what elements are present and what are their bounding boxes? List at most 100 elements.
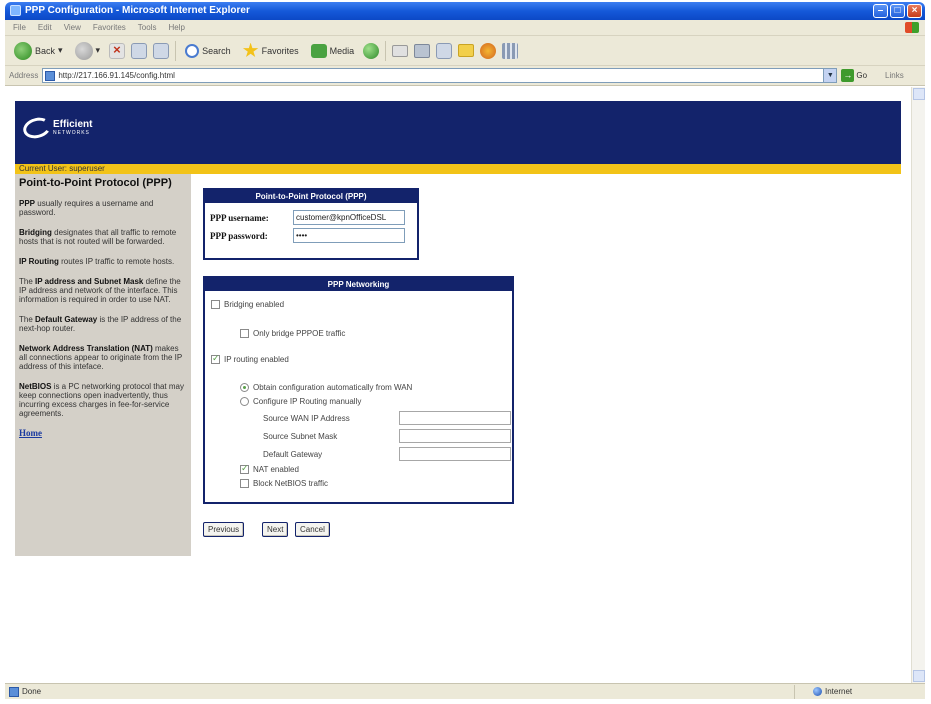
menu-file[interactable]: File <box>13 23 26 35</box>
mail-icon[interactable] <box>392 44 409 57</box>
help-sidebar: Point-to-Point Protocol (PPP) PPP usuall… <box>15 174 191 556</box>
favorites-button[interactable]: Favorites <box>240 40 302 62</box>
nat-checkbox[interactable] <box>240 463 249 474</box>
previous-button[interactable]: Previous <box>203 522 245 537</box>
default-gateway-row: Default Gateway <box>263 447 511 461</box>
window-title-bar[interactable]: PPP Configuration - Microsoft Internet E… <box>5 2 925 20</box>
media-button[interactable]: Media <box>308 40 358 62</box>
bridge-pppoe-checkbox[interactable] <box>240 329 249 338</box>
ppp-credentials-panel: Point-to-Point Protocol (PPP) PPP userna… <box>203 188 419 260</box>
obtain-auto-label: Obtain configuration automatically from … <box>253 383 413 392</box>
obtain-auto-radio[interactable] <box>240 383 249 392</box>
configure-manual-radio[interactable] <box>240 397 249 406</box>
menu-bar: File Edit View Favorites Tools Help <box>5 20 925 36</box>
minimize-button[interactable]: – <box>873 4 888 18</box>
bridging-checkbox[interactable] <box>211 300 220 309</box>
block-netbios-checkbox[interactable] <box>240 479 249 488</box>
address-url: http://217.166.91.145/config.html <box>58 71 175 80</box>
default-gateway-label: Default Gateway <box>263 449 323 459</box>
address-label: Address <box>9 71 39 80</box>
help-ip-address: The IP address and Subnet Mask define th… <box>19 277 181 304</box>
ppp-password-label: PPP password: <box>210 230 268 241</box>
history-icon[interactable] <box>363 42 380 59</box>
stop-icon[interactable] <box>109 42 126 59</box>
networking-panel-header: PPP Networking <box>205 278 512 291</box>
ie-icon <box>10 5 21 16</box>
block-netbios-label: Block NetBIOS traffic <box>253 479 328 488</box>
help-default-gateway: The Default Gateway is the IP address of… <box>19 315 182 333</box>
vertical-scrollbar[interactable] <box>911 87 925 683</box>
forward-button[interactable]: ▾ <box>72 40 104 62</box>
folder-icon[interactable] <box>458 44 475 57</box>
menu-tools[interactable]: Tools <box>138 23 157 35</box>
go-button[interactable]: → Go <box>841 69 867 82</box>
ppp-networking-panel: PPP Networking Bridging enabled Only bri… <box>203 276 514 504</box>
bridging-label: Bridging enabled <box>224 300 285 309</box>
ppp-password-input[interactable] <box>293 228 405 243</box>
search-icon <box>185 43 200 58</box>
configure-manual-option[interactable]: Configure IP Routing manually <box>240 397 361 406</box>
status-bar: Done Internet <box>5 683 925 699</box>
current-user-bar: Current User: superuser <box>15 164 901 174</box>
go-arrow-icon: → <box>841 69 855 82</box>
menu-favorites[interactable]: Favorites <box>93 23 126 35</box>
ppp-panel-header: Point-to-Point Protocol (PPP) <box>205 190 417 203</box>
address-input[interactable]: http://217.166.91.145/config.html ▼ <box>42 68 838 83</box>
help-bridging: Bridging designates that all traffic to … <box>19 228 177 246</box>
address-dropdown-icon[interactable]: ▼ <box>823 69 837 82</box>
bridging-option[interactable]: Bridging enabled <box>211 300 284 309</box>
block-netbios-option[interactable]: Block NetBIOS traffic <box>240 479 328 488</box>
source-subnet-input[interactable] <box>399 429 511 443</box>
bridge-pppoe-option[interactable]: Only bridge PPPOE traffic <box>240 329 345 338</box>
source-wan-ip-label: Source WAN IP Address <box>263 413 350 423</box>
ppp-password-row: PPP password: <box>210 228 405 243</box>
home-link[interactable]: Home <box>19 428 42 438</box>
refresh-icon[interactable] <box>131 42 148 59</box>
back-label: Back <box>35 45 56 56</box>
status-text-area: Done <box>5 684 795 699</box>
help-ip-routing: IP Routing routes IP traffic to remote h… <box>19 257 175 266</box>
help-nat: Network Address Translation (NAT) makes … <box>19 344 183 371</box>
print-icon[interactable] <box>414 43 431 58</box>
source-wan-ip-input[interactable] <box>399 411 511 425</box>
address-bar: Address http://217.166.91.145/config.htm… <box>5 66 925 86</box>
research-icon[interactable] <box>502 42 519 59</box>
window-title: PPP Configuration - Microsoft Internet E… <box>25 5 250 16</box>
next-button[interactable]: Next <box>262 522 289 537</box>
menu-edit[interactable]: Edit <box>38 23 52 35</box>
obtain-auto-option[interactable]: Obtain configuration automatically from … <box>240 383 412 392</box>
configure-manual-label: Configure IP Routing manually <box>253 397 362 406</box>
page-viewport: Efficient NETWORKS Current User: superus… <box>5 87 911 683</box>
favorites-label: Favorites <box>261 45 299 56</box>
source-subnet-label: Source Subnet Mask <box>263 431 338 441</box>
media-label: Media <box>329 45 355 56</box>
messenger-icon[interactable] <box>480 42 497 59</box>
cancel-button[interactable]: Cancel <box>295 522 330 537</box>
close-button[interactable]: × <box>907 4 922 18</box>
search-label: Search <box>202 45 231 56</box>
help-ppp: PPP usually requires a username and pass… <box>19 199 154 217</box>
nat-option[interactable]: NAT enabled <box>240 463 299 474</box>
menu-view[interactable]: View <box>64 23 81 35</box>
page-icon <box>45 70 56 81</box>
default-gateway-input[interactable] <box>399 447 511 461</box>
edit-icon[interactable] <box>436 42 453 59</box>
ip-routing-checkbox[interactable] <box>211 353 220 364</box>
home-icon[interactable] <box>153 42 170 59</box>
media-icon <box>310 43 327 58</box>
ip-routing-option[interactable]: IP routing enabled <box>211 353 289 364</box>
favorites-star-icon <box>242 42 259 58</box>
links-label[interactable]: Links <box>885 71 904 80</box>
ppp-username-label: PPP username: <box>210 212 269 223</box>
scroll-down-icon[interactable] <box>913 670 925 682</box>
menu-help[interactable]: Help <box>168 23 184 35</box>
source-subnet-row: Source Subnet Mask <box>263 429 511 443</box>
header-banner <box>15 101 901 164</box>
maximize-button[interactable]: □ <box>890 4 905 18</box>
back-button[interactable]: Back ▾ <box>11 40 66 62</box>
toolbar-separator <box>385 40 387 61</box>
search-button[interactable]: Search <box>182 40 234 62</box>
ppp-username-input[interactable] <box>293 210 405 225</box>
scroll-up-icon[interactable] <box>913 88 925 100</box>
help-netbios: NetBIOS is a PC networking protocol that… <box>19 382 184 418</box>
